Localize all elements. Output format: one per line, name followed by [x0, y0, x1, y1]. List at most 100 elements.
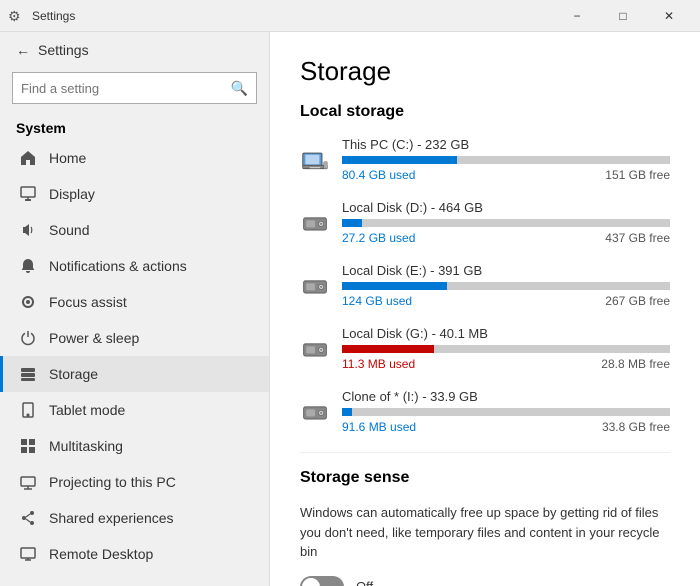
drive-info: 91.6 MB used 33.8 GB free: [342, 420, 670, 434]
content-area: Storage Local storage This PC (C:) - 232…: [270, 32, 700, 586]
drive-used: 124 GB used: [342, 294, 412, 308]
drive-bar: [342, 219, 670, 227]
sidebar-item-tablet[interactable]: Tablet mode: [0, 392, 269, 428]
sidebar-item-notifications[interactable]: Notifications & actions: [0, 248, 269, 284]
drive-used: 11.3 MB used: [342, 357, 415, 371]
sidebar-label-projecting: Projecting to this PC: [49, 474, 176, 490]
drive-info: 124 GB used 267 GB free: [342, 294, 670, 308]
drive-bar-fill: [342, 156, 457, 164]
sidebar-label-focus: Focus assist: [49, 294, 127, 310]
multitasking-icon: [19, 437, 37, 455]
remote-icon: [19, 545, 37, 563]
focus-icon: [19, 293, 37, 311]
back-arrow-icon: ←: [16, 42, 30, 58]
drive-free: 28.8 MB free: [601, 357, 670, 371]
sidebar-item-storage[interactable]: Storage: [0, 356, 269, 392]
drive-free: 437 GB free: [605, 231, 670, 245]
drive-icon: [300, 145, 330, 175]
sidebar-label-power: Power & sleep: [49, 330, 139, 346]
drive-name: Local Disk (E:) - 391 GB: [342, 263, 670, 278]
search-input[interactable]: [21, 81, 225, 96]
storage-sense-toggle[interactable]: [300, 576, 344, 586]
sidebar-label-notifications: Notifications & actions: [49, 258, 187, 274]
drive-icon: [300, 208, 330, 238]
drive-name: Clone of * (I:) - 33.9 GB: [342, 389, 670, 404]
drive-free: 33.8 GB free: [602, 420, 670, 434]
drive-name: Local Disk (D:) - 464 GB: [342, 200, 670, 215]
shared-icon: [19, 509, 37, 527]
home-icon: [19, 149, 37, 167]
storage-icon: [19, 365, 37, 383]
drive-bar: [342, 282, 670, 290]
page-title: Storage: [300, 56, 670, 87]
drive-details: Local Disk (G:) - 40.1 MB 11.3 MB used 2…: [342, 326, 670, 371]
close-button[interactable]: ✕: [646, 0, 692, 32]
drive-item[interactable]: Clone of * (I:) - 33.9 GB 91.6 MB used 3…: [300, 389, 670, 434]
back-button[interactable]: ← Settings: [0, 32, 269, 68]
settings-icon: ⚙: [8, 8, 24, 24]
drive-name: This PC (C:) - 232 GB: [342, 137, 670, 152]
toggle-knob: [302, 578, 320, 586]
drive-icon: [300, 334, 330, 364]
drive-bar: [342, 345, 670, 353]
drive-item[interactable]: Local Disk (D:) - 464 GB 27.2 GB used 43…: [300, 200, 670, 245]
display-icon: [19, 185, 37, 203]
drive-name: Local Disk (G:) - 40.1 MB: [342, 326, 670, 341]
drive-bar-fill: [342, 408, 352, 416]
sidebar-item-focus[interactable]: Focus assist: [0, 284, 269, 320]
storage-sense-description: Windows can automatically free up space …: [300, 503, 670, 562]
main-layout: ← Settings 🔍 System Home Display Sound: [0, 32, 700, 586]
sidebar-label-display: Display: [49, 186, 95, 202]
titlebar-title: Settings: [32, 9, 554, 23]
search-box[interactable]: 🔍: [12, 72, 257, 104]
local-storage-title: Local storage: [300, 103, 670, 121]
drive-bar-fill: [342, 345, 434, 353]
drive-icon: [300, 397, 330, 427]
section-label: System: [0, 112, 269, 140]
sidebar-label-shared: Shared experiences: [49, 510, 174, 526]
back-label: Settings: [38, 42, 89, 58]
drive-details: This PC (C:) - 232 GB 80.4 GB used 151 G…: [342, 137, 670, 182]
toggle-label: Off: [356, 579, 373, 586]
sidebar-item-display[interactable]: Display: [0, 176, 269, 212]
sidebar-label-remote: Remote Desktop: [49, 546, 153, 562]
drive-details: Local Disk (D:) - 464 GB 27.2 GB used 43…: [342, 200, 670, 245]
sidebar-item-power[interactable]: Power & sleep: [0, 320, 269, 356]
drive-item[interactable]: This PC (C:) - 232 GB 80.4 GB used 151 G…: [300, 137, 670, 182]
notifications-icon: [19, 257, 37, 275]
drive-details: Clone of * (I:) - 33.9 GB 91.6 MB used 3…: [342, 389, 670, 434]
sidebar-label-tablet: Tablet mode: [49, 402, 125, 418]
titlebar: ⚙ Settings − □ ✕: [0, 0, 700, 32]
drive-bar-fill: [342, 219, 362, 227]
tablet-icon: [19, 401, 37, 419]
sidebar-label-multitasking: Multitasking: [49, 438, 123, 454]
sidebar-item-home[interactable]: Home: [0, 140, 269, 176]
drive-info: 27.2 GB used 437 GB free: [342, 231, 670, 245]
storage-sense-section: Storage sense Windows can automatically …: [300, 452, 670, 586]
power-icon: [19, 329, 37, 347]
sidebar-item-projecting[interactable]: Projecting to this PC: [0, 464, 269, 500]
drive-item[interactable]: Local Disk (G:) - 40.1 MB 11.3 MB used 2…: [300, 326, 670, 371]
drive-details: Local Disk (E:) - 391 GB 124 GB used 267…: [342, 263, 670, 308]
sidebar-item-shared[interactable]: Shared experiences: [0, 500, 269, 536]
projecting-icon: [19, 473, 37, 491]
minimize-button[interactable]: −: [554, 0, 600, 32]
search-icon: 🔍: [231, 80, 248, 97]
sidebar-label-sound: Sound: [49, 222, 89, 238]
maximize-button[interactable]: □: [600, 0, 646, 32]
drives-list: This PC (C:) - 232 GB 80.4 GB used 151 G…: [300, 137, 670, 434]
window-controls: − □ ✕: [554, 0, 692, 32]
sidebar-label-storage: Storage: [49, 366, 98, 382]
drive-bar: [342, 408, 670, 416]
sidebar-item-sound[interactable]: Sound: [0, 212, 269, 248]
sound-icon: [19, 221, 37, 239]
toggle-row: Off: [300, 576, 670, 586]
sidebar-item-remote[interactable]: Remote Desktop: [0, 536, 269, 572]
drive-item[interactable]: Local Disk (E:) - 391 GB 124 GB used 267…: [300, 263, 670, 308]
drive-free: 151 GB free: [605, 168, 670, 182]
sidebar-item-multitasking[interactable]: Multitasking: [0, 428, 269, 464]
drive-used: 91.6 MB used: [342, 420, 416, 434]
drive-bar: [342, 156, 670, 164]
storage-sense-title: Storage sense: [300, 469, 670, 487]
drive-used: 27.2 GB used: [342, 231, 415, 245]
